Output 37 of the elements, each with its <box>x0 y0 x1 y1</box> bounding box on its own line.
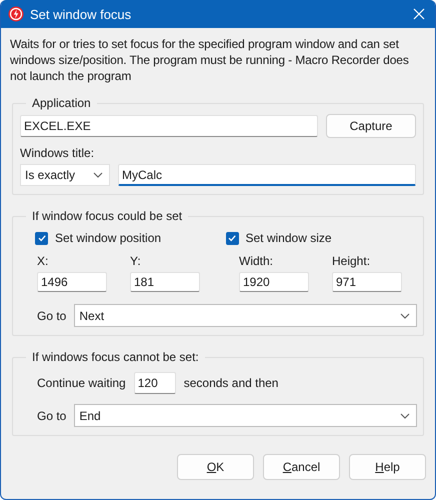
field-label: Go to <box>37 408 66 422</box>
dialog-button[interactable]: Help <box>349 454 426 480</box>
checkbox[interactable]: Set window size <box>226 231 416 245</box>
app-icon <box>8 6 24 22</box>
match-mode-dropdown[interactable]: Is exactly <box>20 164 110 186</box>
chevron-down-icon <box>400 312 410 318</box>
field-label: Height: <box>332 254 372 268</box>
chevron-down-icon <box>400 412 410 418</box>
goto-dropdown[interactable]: Next <box>74 304 417 327</box>
number-field[interactable]: 1920 <box>239 272 309 292</box>
program-field[interactable]: EXCEL.EXE <box>20 115 318 137</box>
field-label: Continue waiting <box>37 376 126 390</box>
field-label: X: <box>37 254 50 268</box>
group-legend: If window focus could be set <box>26 209 188 223</box>
seconds-field[interactable]: 120 <box>134 372 176 394</box>
capture-button[interactable]: Capture <box>326 114 416 138</box>
checkbox[interactable]: Set window position <box>35 231 226 245</box>
number-field[interactable]: 181 <box>130 272 200 292</box>
dialog-button[interactable]: OK <box>177 454 254 480</box>
field-label: Width: <box>239 254 274 268</box>
title-field[interactable]: MyCalc <box>118 164 416 186</box>
dialog-button[interactable]: Cancel <box>263 454 340 480</box>
group-legend: Application <box>26 96 97 110</box>
field-label: Y: <box>130 254 142 268</box>
number-field[interactable]: 1496 <box>37 272 107 292</box>
checkmark-icon <box>36 233 46 243</box>
goto-dropdown[interactable]: End <box>74 404 417 427</box>
number-field[interactable]: 971 <box>332 272 402 292</box>
description-text: Waits for or tries to set focus for the specified program window and can set windows size/position. The program must be running - Macro Recorder does not launch the program <box>10 36 410 84</box>
window-title: Set window focus <box>30 6 132 22</box>
field-label: Go to <box>37 308 66 322</box>
field-label: Windows title: <box>20 146 96 160</box>
field-label: seconds and then <box>184 376 278 390</box>
checkmark-icon <box>227 233 237 243</box>
group-legend: If windows focus cannot be set: <box>26 350 205 364</box>
close-icon[interactable] <box>413 8 425 20</box>
chevron-down-icon <box>93 172 103 178</box>
